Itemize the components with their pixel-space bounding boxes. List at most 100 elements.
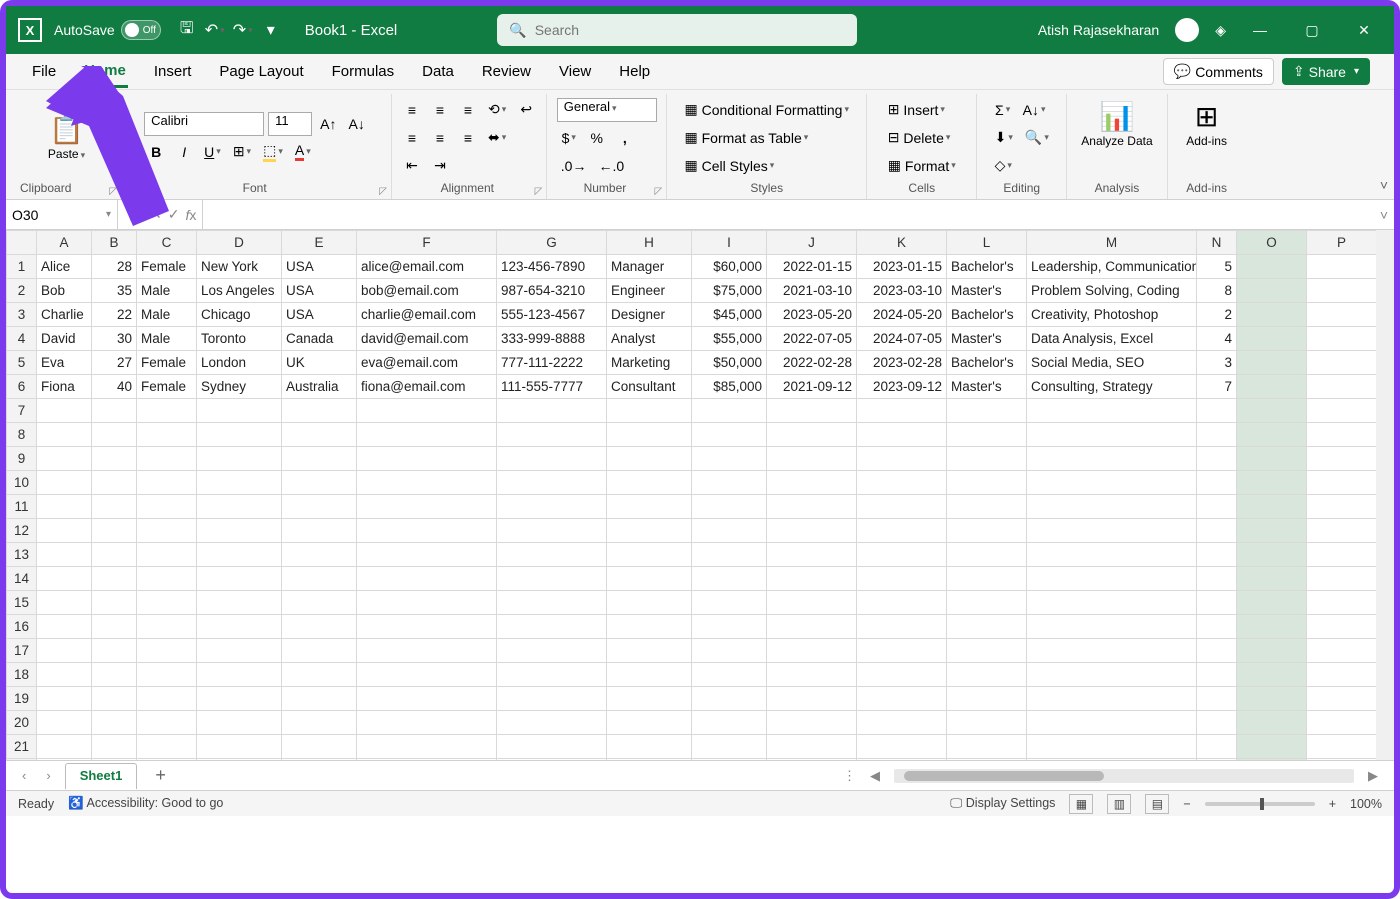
align-bottom-icon[interactable]: ≡: [456, 98, 480, 122]
cell-O13[interactable]: [1237, 543, 1307, 567]
tab-help[interactable]: Help: [617, 57, 652, 86]
cell-G19[interactable]: [497, 687, 607, 711]
row-header-3[interactable]: 3: [7, 303, 37, 327]
cell-A8[interactable]: [37, 423, 92, 447]
cell-B5[interactable]: 27: [92, 351, 137, 375]
cell-B1[interactable]: 28: [92, 255, 137, 279]
cell-D15[interactable]: [197, 591, 282, 615]
increase-indent-icon[interactable]: ⇥: [428, 154, 452, 178]
cell-L1[interactable]: Bachelor's: [947, 255, 1027, 279]
row-header-8[interactable]: 8: [7, 423, 37, 447]
cell-P13[interactable]: [1307, 543, 1377, 567]
cell-K4[interactable]: 2024-07-05: [857, 327, 947, 351]
cell-E11[interactable]: [282, 495, 357, 519]
cell-K9[interactable]: [857, 447, 947, 471]
cell-H14[interactable]: [607, 567, 692, 591]
cell-L8[interactable]: [947, 423, 1027, 447]
cancel-formula-icon[interactable]: ✕: [150, 206, 162, 223]
cell-O6[interactable]: [1237, 375, 1307, 399]
search-input[interactable]: [535, 22, 846, 38]
col-header-A[interactable]: A: [37, 231, 92, 255]
cell-M2[interactable]: Problem Solving, Coding: [1027, 279, 1197, 303]
cell-I10[interactable]: [692, 471, 767, 495]
row-header-10[interactable]: 10: [7, 471, 37, 495]
cell-O10[interactable]: [1237, 471, 1307, 495]
normal-view-icon[interactable]: ▦: [1069, 794, 1093, 814]
vertical-scrollbar[interactable]: [1376, 230, 1394, 760]
cell-H21[interactable]: [607, 735, 692, 759]
cell-G4[interactable]: 333-999-8888: [497, 327, 607, 351]
fx-icon[interactable]: fx: [185, 207, 196, 223]
cell-O11[interactable]: [1237, 495, 1307, 519]
cell-B4[interactable]: 30: [92, 327, 137, 351]
cell-M22[interactable]: [1027, 759, 1197, 761]
cell-C7[interactable]: [137, 399, 197, 423]
cell-I22[interactable]: [692, 759, 767, 761]
cell-D22[interactable]: [197, 759, 282, 761]
cell-G7[interactable]: [497, 399, 607, 423]
cell-P15[interactable]: [1307, 591, 1377, 615]
cell-O19[interactable]: [1237, 687, 1307, 711]
cell-D19[interactable]: [197, 687, 282, 711]
cell-L22[interactable]: [947, 759, 1027, 761]
increase-decimal-icon[interactable]: .0→: [557, 154, 591, 178]
align-center-icon[interactable]: ≡: [428, 126, 452, 150]
cell-O7[interactable]: [1237, 399, 1307, 423]
cell-G17[interactable]: [497, 639, 607, 663]
row-header-17[interactable]: 17: [7, 639, 37, 663]
cell-F7[interactable]: [357, 399, 497, 423]
cell-C21[interactable]: [137, 735, 197, 759]
cell-M6[interactable]: Consulting, Strategy: [1027, 375, 1197, 399]
cell-F8[interactable]: [357, 423, 497, 447]
cell-D20[interactable]: [197, 711, 282, 735]
underline-button[interactable]: U: [200, 140, 225, 164]
cell-N7[interactable]: [1197, 399, 1237, 423]
cell-A11[interactable]: [37, 495, 92, 519]
cell-D16[interactable]: [197, 615, 282, 639]
cell-B7[interactable]: [92, 399, 137, 423]
cell-O2[interactable]: [1237, 279, 1307, 303]
cell-N17[interactable]: [1197, 639, 1237, 663]
cell-F19[interactable]: [357, 687, 497, 711]
cell-J3[interactable]: 2023-05-20: [767, 303, 857, 327]
row-header-22[interactable]: 22: [7, 759, 37, 761]
cell-O21[interactable]: [1237, 735, 1307, 759]
cell-M13[interactable]: [1027, 543, 1197, 567]
cell-J11[interactable]: [767, 495, 857, 519]
col-header-I[interactable]: I: [692, 231, 767, 255]
cell-C18[interactable]: [137, 663, 197, 687]
cell-E15[interactable]: [282, 591, 357, 615]
cell-B18[interactable]: [92, 663, 137, 687]
cell-C5[interactable]: Female: [137, 351, 197, 375]
col-header-J[interactable]: J: [767, 231, 857, 255]
cell-A20[interactable]: [37, 711, 92, 735]
cell-G21[interactable]: [497, 735, 607, 759]
cell-L4[interactable]: Master's: [947, 327, 1027, 351]
col-header-D[interactable]: D: [197, 231, 282, 255]
cell-K22[interactable]: [857, 759, 947, 761]
cell-I14[interactable]: [692, 567, 767, 591]
cell-D4[interactable]: Toronto: [197, 327, 282, 351]
cell-J21[interactable]: [767, 735, 857, 759]
borders-button[interactable]: ⊞: [229, 140, 255, 164]
insert-cells-button[interactable]: ⊞ Insert: [884, 98, 949, 122]
cell-L7[interactable]: [947, 399, 1027, 423]
cell-P7[interactable]: [1307, 399, 1377, 423]
cell-I17[interactable]: [692, 639, 767, 663]
diamond-icon[interactable]: ◈: [1215, 22, 1226, 39]
cell-C4[interactable]: Male: [137, 327, 197, 351]
cell-P16[interactable]: [1307, 615, 1377, 639]
cell-P6[interactable]: [1307, 375, 1377, 399]
cell-K15[interactable]: [857, 591, 947, 615]
cell-M18[interactable]: [1027, 663, 1197, 687]
cell-I7[interactable]: [692, 399, 767, 423]
cell-M8[interactable]: [1027, 423, 1197, 447]
cell-L5[interactable]: Bachelor's: [947, 351, 1027, 375]
cell-F13[interactable]: [357, 543, 497, 567]
cell-P17[interactable]: [1307, 639, 1377, 663]
cell-F5[interactable]: eva@email.com: [357, 351, 497, 375]
cell-O4[interactable]: [1237, 327, 1307, 351]
cell-N15[interactable]: [1197, 591, 1237, 615]
col-header-O[interactable]: O: [1237, 231, 1307, 255]
name-box[interactable]: O30▾: [6, 200, 118, 229]
